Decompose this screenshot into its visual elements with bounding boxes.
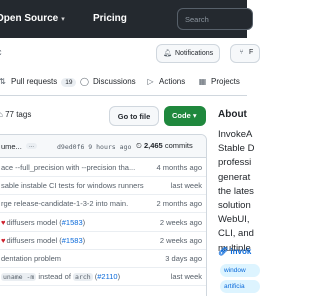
heart-icon: ♥	[1, 235, 6, 245]
about-link-text: invok	[230, 247, 252, 256]
repo-visibility-label: c	[0, 47, 2, 57]
actions-icon: ▷	[147, 77, 154, 86]
file-commit-message[interactable]: ace --full_precision with --precision th…	[1, 163, 135, 172]
commit-text: ace --full_precision with --precision th…	[1, 163, 136, 172]
tab-pull-requests[interactable]: ⇅ Pull requests 19	[0, 77, 77, 87]
tab-actions[interactable]: ▷ Actions	[146, 77, 185, 86]
latest-commit-sha[interactable]: d9ed0f6 9 hours ago	[57, 143, 131, 151]
issue-link[interactable]: #2110	[97, 272, 117, 281]
file-row[interactable]: uname -m instead of arch (#2110) last wee…	[0, 268, 206, 287]
tab-label: Actions	[159, 77, 186, 86]
chevron-down-icon: ▾	[61, 16, 65, 23]
nav-open-source[interactable]: Open Source ▾	[0, 13, 65, 24]
latest-commit-message[interactable]: ume...	[1, 142, 22, 151]
tag-icon: ⌂	[0, 110, 3, 119]
link-icon: 🔗︎	[218, 247, 229, 256]
nav-open-source-label: Open Source	[0, 13, 59, 24]
bell-icon: 🔔︎	[163, 50, 172, 57]
about-description-line: CLI, and	[218, 228, 254, 240]
commit-text: )	[117, 272, 121, 282]
topic-tag[interactable]: window	[220, 264, 260, 277]
history-icon: ⏲	[136, 141, 142, 150]
file-commit-time: 2 weeks ago	[159, 217, 202, 227]
repo-tabs: ⇅ Pull requests 19 ◯ Discussions ▷ Actions ▦…	[0, 69, 247, 96]
commits-label: commits	[164, 141, 193, 150]
file-commit-message[interactable]: ♥diffusers model (#1583)	[1, 218, 85, 227]
about-description-line: professi	[218, 157, 252, 169]
about-description-line: Stable D	[218, 143, 255, 155]
discussions-icon: ◯	[80, 77, 89, 86]
about-description-line: solution	[218, 200, 251, 212]
file-commit-time: last week	[170, 181, 202, 191]
commit-text: uname -m	[1, 273, 37, 282]
commit-text: instead of	[36, 272, 74, 282]
code-label: Code	[172, 111, 191, 120]
about-description-line: InvokeA	[218, 129, 253, 140]
about-description-line: generat	[218, 171, 251, 183]
issue-link[interactable]: #1583	[62, 236, 83, 245]
about-description: InvokeA Stable D professi generat the lates s…	[218, 128, 258, 256]
commit-text: )	[82, 235, 86, 245]
file-row[interactable]: dentation problem 3 days ago	[0, 250, 206, 268]
about-description-line: WebUI,	[218, 214, 250, 226]
commit-text: dentation problem	[1, 254, 62, 263]
fork-button[interactable]: ⑂ F	[230, 44, 260, 63]
file-commit-time: 2 weeks ago	[159, 235, 202, 245]
file-commit-message[interactable]: sable instable CI tests for windows runn…	[1, 181, 144, 190]
commit-text: )	[82, 217, 86, 227]
file-row[interactable]: sable instable CI tests for windows runn…	[0, 177, 206, 196]
fork-icon: ⑂	[239, 49, 244, 56]
nav-pricing[interactable]: Pricing	[93, 13, 127, 24]
file-commit-message[interactable]: uname -m instead of arch (#2110)	[1, 272, 121, 282]
issue-link[interactable]: #1583	[62, 218, 83, 227]
global-header: Open Source ▾ Pricing Search	[0, 0, 253, 38]
tab-projects[interactable]: ▦ Projects	[198, 77, 240, 86]
file-commit-time: last week	[170, 272, 202, 282]
tags-label: 77 tags	[5, 110, 32, 119]
file-row[interactable]: ♥diffusers model (#1583) 2 weeks ago	[0, 232, 206, 250]
about-heading: About	[218, 109, 247, 120]
file-commit-time: 3 days ago	[165, 254, 202, 263]
notifications-button[interactable]: 🔔︎ Notifications	[156, 44, 221, 63]
about-website-link[interactable]: 🔗︎ invok	[218, 247, 251, 256]
tab-label: Projects	[211, 77, 240, 86]
file-commit-message[interactable]: ♥diffusers model (#1583)	[1, 236, 85, 245]
commit-text: rge release-candidate-1-3-2 into main.	[1, 199, 129, 209]
file-commit-time: 2 months ago	[156, 199, 202, 209]
about-description-line: the lates	[218, 185, 254, 197]
expand-commit-button[interactable]: ...	[26, 143, 38, 149]
fork-label: F	[249, 49, 254, 56]
search-input[interactable]: Search	[177, 8, 253, 30]
file-commit-time: 4 months ago	[156, 163, 202, 172]
file-commit-message[interactable]: dentation problem	[1, 254, 61, 263]
heart-icon: ♥	[1, 217, 6, 227]
commits-link[interactable]: ⏲ 2,465 commits	[136, 141, 193, 151]
pull-requests-count: 19	[61, 78, 77, 87]
file-row[interactable]: ♥diffusers model (#1583) 2 weeks ago	[0, 214, 206, 232]
code-button[interactable]: Code ▾	[164, 106, 206, 126]
tab-label: Discussions	[93, 77, 136, 86]
topic-tag[interactable]: artificia	[220, 280, 260, 293]
file-row[interactable]: ace --full_precision with --precision th…	[0, 159, 206, 177]
go-to-file-button[interactable]: Go to file	[109, 106, 159, 126]
chevron-down-icon: ▾	[192, 111, 197, 120]
file-commit-message[interactable]: rge release-candidate-1-3-2 into main.	[1, 199, 128, 208]
tags-link[interactable]: ⌂ 77 tags	[0, 110, 31, 119]
projects-icon: ▦	[198, 77, 207, 86]
pull-request-icon: ⇅	[0, 77, 6, 86]
commit-text: diffusers model (	[6, 217, 62, 227]
commit-text: arch	[73, 273, 93, 282]
tab-label: Pull requests	[11, 77, 58, 86]
commits-count: 2,465	[143, 141, 163, 150]
commit-text: diffusers model (	[6, 235, 62, 245]
notifications-label: Notifications	[175, 50, 214, 57]
latest-commit-bar: ume... ... d9ed0f6 9 hours ago ⏲ 2,465 c…	[0, 135, 206, 158]
file-list: ume... ... d9ed0f6 9 hours ago ⏲ 2,465 c…	[0, 134, 207, 296]
file-row[interactable]: rge release-candidate-1-3-2 into main. 2 …	[0, 195, 206, 214]
tab-discussions[interactable]: ◯ Discussions	[80, 77, 136, 86]
commit-text: sable instable CI tests for windows runn…	[1, 181, 144, 191]
